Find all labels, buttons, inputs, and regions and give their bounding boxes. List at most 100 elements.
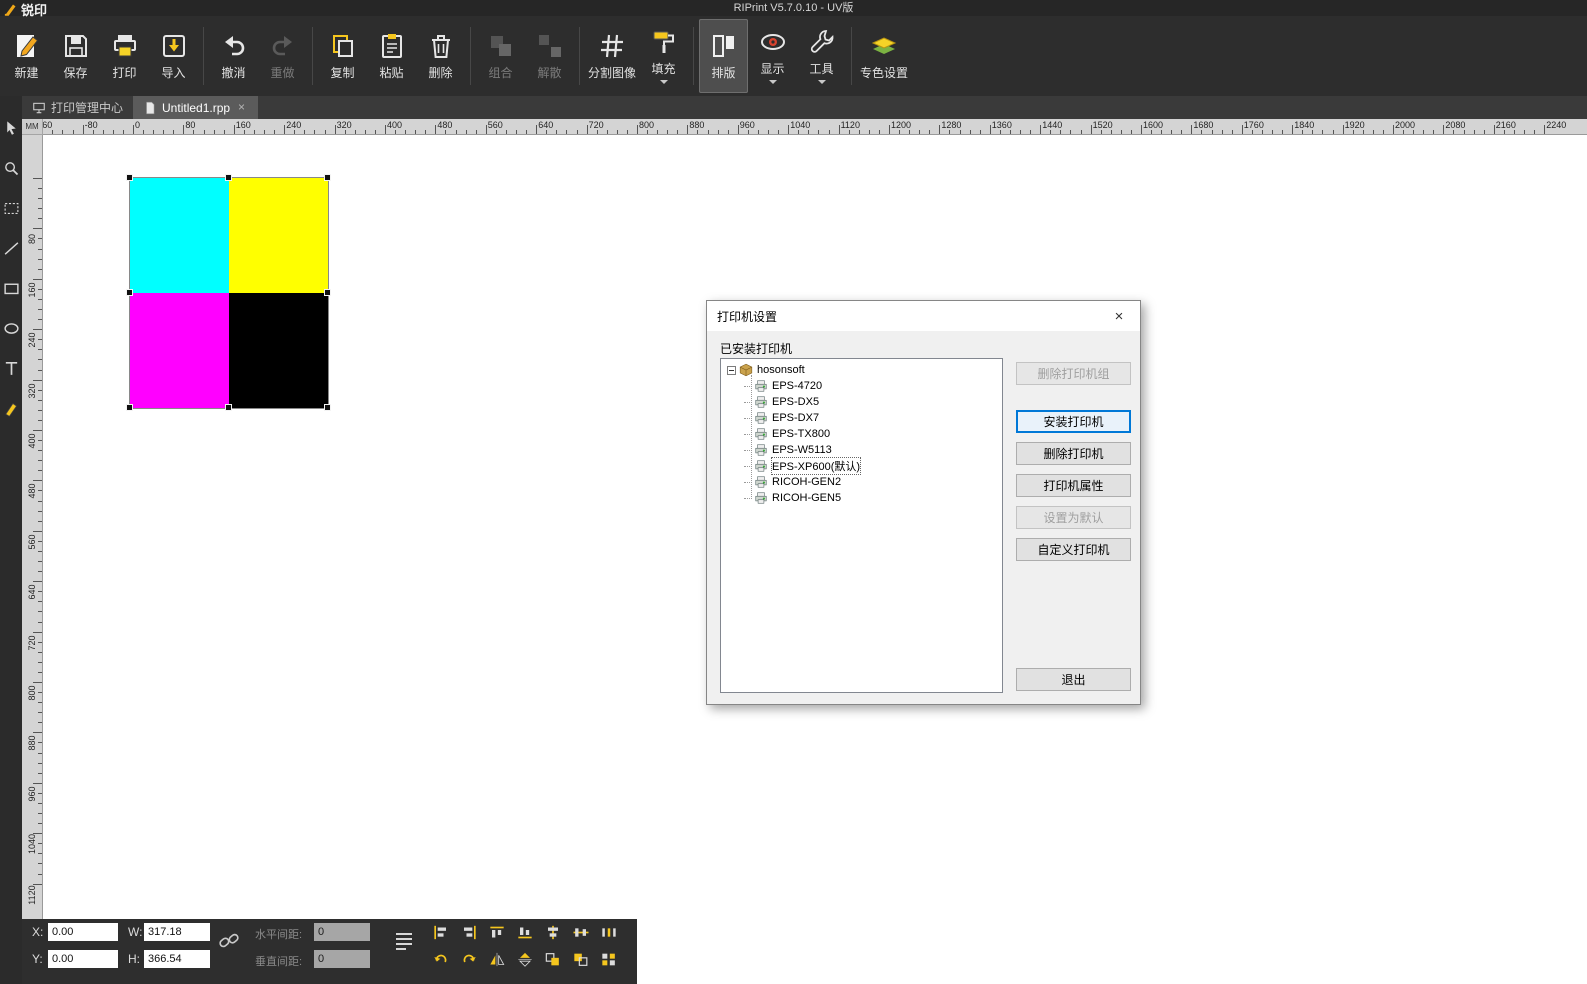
toolbar-undo-button[interactable]: 撤消 (209, 19, 258, 93)
text-tool-icon (3, 360, 20, 377)
y-input[interactable] (48, 950, 118, 968)
printer-item[interactable]: EPS-XP600(默认) (721, 457, 1002, 475)
rotate-left-button[interactable] (428, 950, 454, 968)
toolbar-spot-color-button[interactable]: 专色设置 (857, 19, 911, 93)
color-tile-magenta[interactable] (130, 293, 229, 408)
printer-item[interactable]: RICOH-GEN2 (721, 474, 1002, 490)
selection-handle[interactable] (225, 404, 232, 411)
custom-printer-button[interactable]: 自定义打印机 (1016, 538, 1131, 561)
selection-handle[interactable] (126, 289, 133, 296)
tab-close-icon[interactable] (235, 101, 248, 114)
w-input[interactable] (144, 923, 210, 941)
ruler-tick (38, 692, 42, 694)
toolbar-split-image-button[interactable]: 分割图像 (585, 19, 639, 93)
toolbar-separator (851, 27, 853, 85)
printer-list: EPS-4720 EPS-DX5 EPS-DX7 EPS-TX800 EPS-W5113… (721, 375, 1002, 506)
printer-item[interactable]: EPS-4720 (721, 378, 1002, 394)
toolbar-fill-button[interactable]: 填充 (639, 19, 688, 93)
fill-icon (650, 28, 678, 56)
printer-item[interactable]: EPS-DX7 (721, 410, 1002, 426)
color-tile-cyan[interactable] (130, 178, 229, 293)
ruler-tick (38, 399, 42, 401)
toolbar-separator (693, 27, 695, 85)
selection-handle[interactable] (324, 174, 331, 181)
exit-button[interactable]: 退出 (1016, 668, 1131, 691)
pen-tool-icon (3, 400, 20, 417)
printer-item[interactable]: RICOH-GEN5 (721, 490, 1002, 506)
ruler-tick (405, 130, 407, 134)
align-left-button[interactable] (428, 923, 454, 941)
rotate-right-button[interactable] (456, 950, 482, 968)
delete-printer-button[interactable]: 删除打印机 (1016, 442, 1131, 465)
toolbar-import-button[interactable]: 导入 (149, 19, 198, 93)
list-icon[interactable] (392, 929, 416, 953)
toolbar-paste-button[interactable]: 粘贴 (367, 19, 416, 93)
selection-handle[interactable] (126, 404, 133, 411)
printer-item[interactable]: EPS-TX800 (721, 426, 1002, 442)
redo-icon (269, 32, 297, 60)
toolbar-button-label: 显示 (760, 62, 785, 76)
h-input[interactable] (144, 950, 210, 968)
ruler-tick (38, 470, 42, 472)
tree-collapse-icon[interactable] (727, 365, 736, 375)
toolbar-layout-button[interactable]: 排版 (699, 19, 749, 93)
align-bottom-icon (516, 925, 534, 940)
printer-properties-button[interactable]: 打印机属性 (1016, 474, 1131, 497)
window-title: RIPrint V5.7.0.10 - UV版 (733, 2, 854, 14)
marquee-tool[interactable] (3, 200, 20, 217)
selection-handle[interactable] (324, 289, 331, 296)
toolbar-save-button[interactable]: 保存 (51, 19, 100, 93)
zoom-tool[interactable] (3, 160, 20, 177)
dialog-close-icon[interactable] (1099, 302, 1139, 330)
toolbar-delete-button[interactable]: 删除 (416, 19, 465, 93)
distribute-button[interactable] (596, 923, 622, 941)
selection-handle[interactable] (225, 174, 232, 181)
link-icon[interactable] (218, 930, 240, 952)
select-tool[interactable] (3, 120, 20, 137)
ruler-tick (1272, 130, 1274, 134)
align-right-button[interactable] (456, 923, 482, 941)
toolbar-print-button[interactable]: 打印 (100, 19, 149, 93)
printer-item[interactable]: EPS-W5113 (721, 442, 1002, 458)
selected-object[interactable] (126, 174, 331, 411)
line-tool[interactable] (3, 240, 20, 257)
ruler-label: 800 (27, 685, 37, 701)
ruler-tick (173, 130, 175, 134)
toolbar-display-button[interactable]: 显示 (748, 19, 797, 93)
rect-tool[interactable] (3, 280, 20, 297)
selection-handle[interactable] (324, 404, 331, 411)
color-tile-yellow[interactable] (229, 178, 328, 293)
printer-tree[interactable]: hosonsoft EPS-4720 EPS-DX5 EPS-DX7 EPS-TX800… (720, 358, 1003, 693)
printer-item[interactable]: EPS-DX5 (721, 394, 1002, 410)
color-tile-black[interactable] (229, 293, 328, 408)
align-top-button[interactable] (484, 923, 510, 941)
x-input[interactable] (48, 923, 118, 941)
install-printer-button[interactable]: 安装打印机 (1016, 410, 1131, 433)
toolbar-new-button[interactable]: 新建 (2, 19, 51, 93)
ellipse-tool[interactable] (3, 320, 20, 337)
pen-tool[interactable] (3, 400, 20, 417)
printer-icon (754, 411, 768, 425)
duplicate-step-button[interactable] (568, 950, 594, 968)
tab-print-manager[interactable]: 打印管理中心 (22, 96, 133, 119)
ruler-unit-label: MM (22, 119, 43, 135)
flip-vertical-button[interactable] (512, 950, 538, 968)
selection-handle[interactable] (126, 174, 133, 181)
toolbar-copy-button[interactable]: 复制 (318, 19, 367, 93)
ruler-tick (38, 571, 42, 573)
toolbar-tools-button[interactable]: 工具 (797, 19, 846, 93)
set-as-default-button: 设置为默认 (1016, 506, 1131, 529)
tree-connector (744, 497, 752, 499)
printer-settings-dialog: 打印机设置 已安装打印机 hosonsoftEPS-4720EPS-DX5EPS… (706, 300, 1141, 705)
align-center-h-button[interactable] (540, 923, 566, 941)
ruler-tick (253, 130, 255, 134)
tree-root-item[interactable]: hosonsoft (721, 362, 1002, 378)
align-center-v-button[interactable] (568, 923, 594, 941)
ruler-tick (596, 130, 598, 134)
flip-horizontal-button[interactable] (484, 950, 510, 968)
array-copy-button[interactable] (596, 950, 622, 968)
duplicate-offset-button[interactable] (540, 950, 566, 968)
align-bottom-button[interactable] (512, 923, 538, 941)
tab-document[interactable]: Untitled1.rpp (133, 96, 259, 119)
text-tool[interactable] (3, 360, 20, 377)
